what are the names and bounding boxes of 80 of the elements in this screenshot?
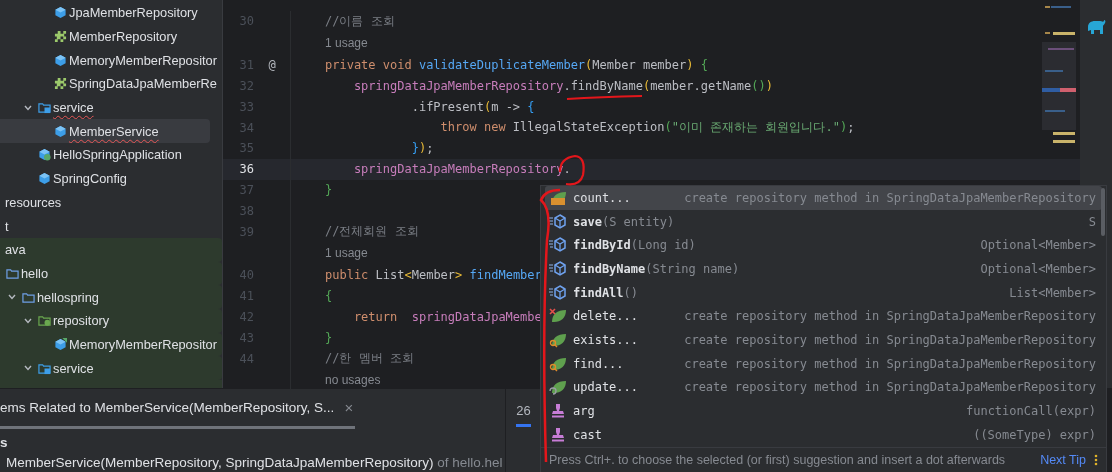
usage-hint[interactable]: no usages	[325, 373, 381, 388]
line-number: 36	[238, 162, 254, 177]
completion-item[interactable]: find... create repository method in SpringDataJpaMemberRepository	[545, 351, 1102, 376]
tree-item[interactable]: hellospring	[0, 285, 222, 309]
more-icon[interactable]	[1094, 454, 1098, 466]
class-icon	[38, 148, 51, 162]
tree-item[interactable]: MemoryMemberRepositor	[0, 332, 222, 357]
method-icon	[549, 260, 567, 277]
tree-item[interactable]: t	[0, 214, 222, 238]
result-heading: s	[0, 433, 9, 452]
tree-item[interactable]: hello	[0, 261, 222, 286]
tree-item[interactable]: ava	[0, 237, 222, 262]
tree-item[interactable]: SpringConfig	[0, 166, 222, 191]
method-icon	[549, 213, 567, 230]
code-line: //이름 조회	[325, 12, 395, 30]
tree-item[interactable]: JpaMemberRepository	[0, 1, 222, 25]
stamp-icon	[549, 403, 567, 420]
interface-icon	[54, 30, 67, 44]
tree-item[interactable]: service	[0, 95, 222, 120]
code-line: throw new IllegalStateException("이미 존재하는 회원입니다.");	[439, 119, 855, 137]
leaf-icon	[549, 189, 567, 206]
result-item[interactable]: MemberService(MemberRepository, SpringDataJpaMemberRepository) of hello.hel	[0, 455, 505, 472]
leaf-icon	[549, 379, 567, 396]
leaf-icon	[549, 355, 567, 372]
code-line: {	[325, 289, 333, 304]
method-icon	[549, 237, 567, 254]
completion-item[interactable]: cast ((SomeType) expr)	[545, 422, 1102, 447]
tree-item[interactable]: service	[0, 356, 222, 380]
usage-hint[interactable]: 1 usage	[325, 36, 368, 51]
close-icon[interactable]: ×	[344, 399, 354, 416]
tree-item[interactable]: repository	[0, 308, 222, 333]
tree-item[interactable]: MemberRepository	[0, 24, 222, 49]
leaf-icon	[549, 331, 567, 348]
code-line: });	[410, 141, 434, 156]
code-line: //전체회원 조회	[325, 223, 419, 241]
completion-item[interactable]: findById(Long id) Optional<Member>	[545, 233, 1102, 258]
method-icon	[549, 284, 567, 301]
completion-item[interactable]: arg functionCall(expr)	[545, 399, 1102, 423]
code-line: .ifPresent(m -> {	[410, 99, 535, 114]
next-tip-link[interactable]: Next Tip	[1040, 453, 1086, 467]
scrollbar-thumb[interactable]	[1101, 188, 1105, 236]
completion-item[interactable]: findByName(String name) Optional<Member>	[545, 257, 1102, 281]
completion-item[interactable]: count... create repository method in SpringDataJpaMemberRepository	[545, 186, 1102, 210]
tree-item[interactable]: resources	[0, 190, 222, 215]
code-line: private void validateDuplicateMember(Member member) {	[325, 58, 708, 73]
class-icon	[54, 337, 67, 351]
stamp-icon	[549, 426, 567, 443]
tree-item[interactable]: SpringDataJpaMemberRe	[0, 72, 222, 96]
tree-item[interactable]: MemberService	[0, 119, 210, 144]
completion-item[interactable]: findAll() List<Member>	[545, 280, 1102, 305]
completion-item[interactable]: save(S entity) S	[545, 209, 1102, 234]
folder-icon	[22, 290, 35, 304]
folder-icon	[38, 101, 51, 115]
side-tab[interactable]: 26	[516, 403, 531, 427]
code-line: springDataJpaMemberRepository.	[352, 162, 571, 177]
code-line: public List<Member> findMember	[325, 268, 542, 283]
panel-tab[interactable]: ems Related to MemberService(MemberRepository, S... ×	[0, 389, 355, 429]
folder-icon	[38, 314, 51, 328]
code-line: springDataJpaMemberRepository.findByName(member.getName())	[352, 79, 773, 93]
code-line: }	[325, 182, 333, 197]
class-icon	[54, 53, 67, 67]
code-line: }	[325, 330, 333, 345]
completion-item[interactable]: exists... create repository method in SpringDataJpaMemberRepository	[545, 328, 1102, 352]
completion-item[interactable]: update... create repository method in SpringDataJpaMemberRepository	[545, 375, 1102, 400]
tree-item[interactable]: HelloSpringApplication	[0, 143, 222, 167]
code-line: return springDataJpaMembe	[352, 309, 542, 324]
elephant-icon[interactable]	[1086, 19, 1106, 35]
usage-hint[interactable]: 1 usage	[325, 246, 368, 261]
code-line: //한 멤버 조회	[325, 350, 414, 368]
class-icon	[54, 124, 67, 138]
tree-item[interactable]: MemoryMemberRepositor	[0, 48, 222, 73]
class-icon	[54, 6, 67, 20]
interface-icon	[54, 77, 67, 91]
folder-icon	[38, 361, 51, 375]
hint-text: Press Ctrl+. to choose the selected (or first) suggestion and insert a dot afterwards	[549, 453, 1006, 467]
leaf-icon	[549, 308, 567, 325]
folder-icon	[6, 266, 19, 280]
class-icon	[38, 172, 51, 186]
completion-item[interactable]: delete... create repository method in SpringDataJpaMemberRepository	[545, 304, 1102, 329]
annotation-marker[interactable]: @	[268, 58, 276, 73]
